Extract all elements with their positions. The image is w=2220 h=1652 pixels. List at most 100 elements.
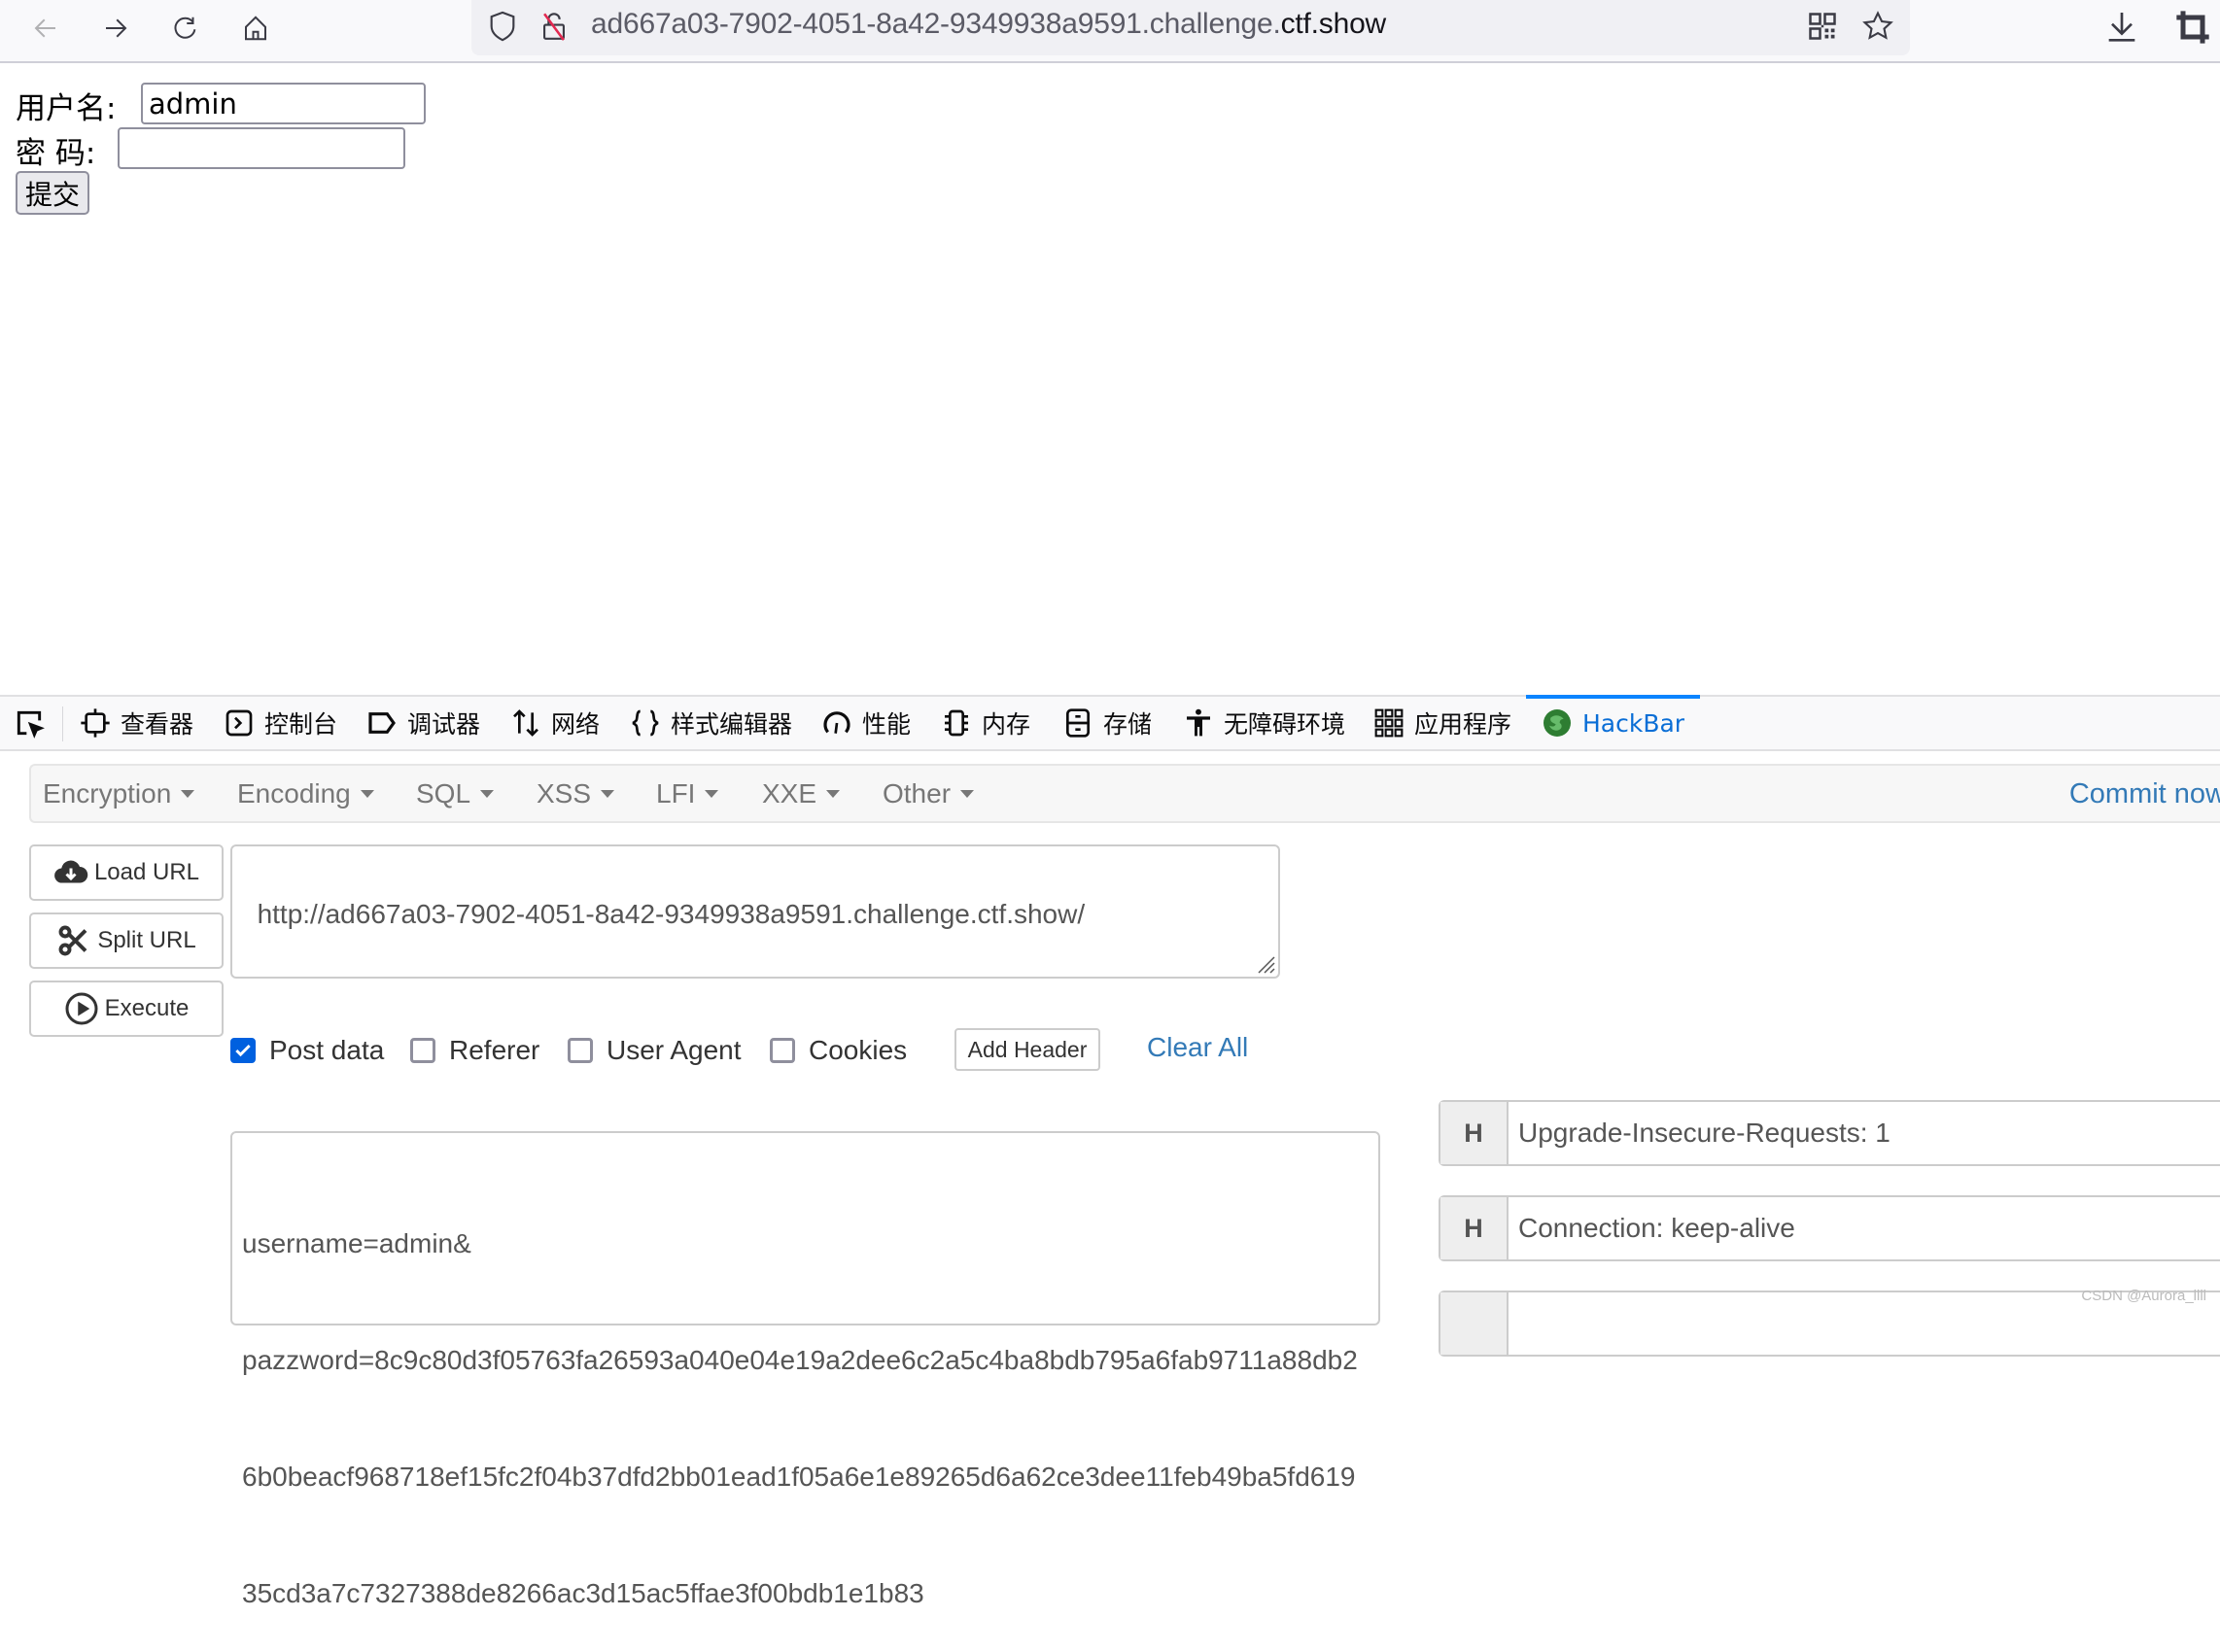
back-button[interactable]	[23, 6, 68, 51]
submit-button[interactable]: 提交	[16, 171, 89, 215]
menu-xxe[interactable]: XXE	[762, 766, 841, 822]
tab-debugger[interactable]: 调试器	[366, 697, 480, 749]
qr-code-icon[interactable]	[1808, 12, 1837, 41]
caret-down-icon	[705, 789, 719, 798]
password-label: 密 码:	[16, 136, 96, 171]
download-icon[interactable]	[2102, 8, 2141, 47]
username-input[interactable]	[141, 83, 426, 124]
password-input[interactable]	[118, 127, 405, 169]
accessibility-icon	[1187, 708, 1210, 737]
header-value[interactable]: Upgrade-Insecure-Requests: 1	[1509, 1102, 1890, 1164]
menu-encryption[interactable]: Encryption	[43, 766, 195, 822]
tab-label: 调试器	[407, 710, 481, 739]
username-label: 用户名:	[16, 91, 117, 126]
post-line: 6b0beacf968718ef15fc2f04b37dfd2bb01ead1f…	[242, 1462, 1356, 1492]
menu-lfi[interactable]: LFI	[656, 766, 719, 822]
crop-icon[interactable]	[2173, 8, 2212, 47]
checkbox-unchecked[interactable]	[568, 1038, 593, 1063]
execute-button[interactable]: Execute	[29, 981, 224, 1037]
tab-inspector[interactable]: 查看器	[80, 697, 193, 749]
back-arrow-icon	[34, 18, 55, 38]
cloud-download-icon	[54, 860, 88, 883]
clear-all-link[interactable]: Clear All	[1147, 1032, 1248, 1063]
tab-application[interactable]: 应用程序	[1373, 697, 1511, 749]
caret-down-icon	[601, 789, 615, 798]
caret-down-icon	[181, 789, 195, 798]
caret-down-icon	[480, 789, 495, 798]
forward-arrow-icon	[106, 18, 127, 38]
inspector-icon	[81, 708, 110, 738]
shield-icon[interactable]	[486, 10, 519, 43]
tab-label: 无障碍环境	[1224, 710, 1346, 739]
tab-storage[interactable]: 存储	[1062, 697, 1152, 749]
commit-now-link[interactable]: Commit now	[2069, 766, 2220, 822]
load-url-button[interactable]: Load URL	[29, 844, 224, 901]
checkbox-checked[interactable]	[230, 1038, 256, 1063]
header-value[interactable]	[1509, 1292, 1518, 1355]
tab-performance[interactable]: 性能	[821, 697, 911, 749]
devtools-tab-bar: 查看器 控制台 调试器 网络 样式编辑器 性能 内存 存储 无障碍环境 应用程序…	[0, 695, 2220, 751]
reload-button[interactable]	[163, 6, 208, 51]
reload-icon	[174, 17, 196, 39]
referer-checkbox[interactable]: Referer	[410, 1032, 539, 1069]
menu-label: Encoding	[237, 778, 351, 809]
memory-icon	[945, 709, 968, 737]
menu-encoding[interactable]: Encoding	[237, 766, 374, 822]
tab-hackbar[interactable]: HackBar	[1525, 695, 1701, 749]
menu-label: LFI	[656, 778, 696, 809]
header-tag: H	[1440, 1197, 1509, 1259]
style-editor-icon	[632, 709, 659, 737]
header-row[interactable]: H Connection: keep-alive	[1439, 1195, 2220, 1261]
tab-memory[interactable]: 内存	[941, 697, 1030, 749]
menu-label: Encryption	[43, 778, 172, 809]
tab-label: 应用程序	[1414, 710, 1512, 739]
element-picker-button[interactable]	[14, 697, 54, 749]
cookies-checkbox[interactable]: Cookies	[770, 1032, 907, 1069]
header-tag: H	[1440, 1102, 1509, 1164]
url-bar[interactable]: ad667a03-7902-4051-8a42-9349938a9591.cha…	[471, 0, 1910, 55]
tab-label: 内存	[982, 710, 1031, 739]
option-label: Cookies	[809, 1035, 908, 1065]
browser-toolbar: ad667a03-7902-4051-8a42-9349938a9591.cha…	[0, 0, 2220, 63]
forward-button[interactable]	[93, 6, 138, 51]
header-value[interactable]: Connection: keep-alive	[1509, 1197, 1795, 1259]
insecure-lock-icon[interactable]	[538, 10, 571, 43]
watermark: CSDN @Aurora_llll	[2081, 1288, 2206, 1304]
url-textarea[interactable]: http://ad667a03-7902-4051-8a42-9349938a9…	[230, 844, 1280, 979]
tab-style-editor[interactable]: 样式编辑器	[630, 697, 792, 749]
debugger-icon	[368, 712, 396, 734]
tab-label: 样式编辑器	[671, 710, 793, 739]
post-data-checkbox[interactable]: Post data	[230, 1032, 384, 1069]
menu-xss[interactable]: XSS	[537, 766, 615, 822]
tab-label: 存储	[1103, 710, 1153, 739]
console-icon	[225, 709, 253, 737]
tab-network[interactable]: 网络	[510, 697, 600, 749]
post-line: 35cd3a7c7327388de8266ac3d15ac5ffae3f00bd…	[242, 1578, 924, 1608]
add-header-button[interactable]: Add Header	[954, 1028, 1100, 1071]
split-url-button[interactable]: Split URL	[29, 912, 224, 969]
menu-label: XXE	[762, 778, 817, 809]
checkbox-unchecked[interactable]	[410, 1038, 435, 1063]
post-data-textarea[interactable]: username=admin& pazzword=8c9c80d3f05763f…	[230, 1131, 1380, 1608]
menu-other[interactable]: Other	[883, 766, 975, 822]
user-agent-checkbox[interactable]: User Agent	[568, 1032, 742, 1069]
bookmark-star-icon[interactable]	[1861, 10, 1894, 43]
home-button[interactable]	[233, 6, 278, 51]
tab-console[interactable]: 控制台	[224, 697, 337, 749]
play-circle-icon	[65, 992, 98, 1025]
button-label: Execute	[104, 995, 190, 1021]
tab-label: 网络	[551, 710, 601, 739]
resize-grip-icon[interactable]	[1253, 951, 1276, 975]
checkbox-unchecked[interactable]	[770, 1038, 795, 1063]
url-textarea-value: http://ad667a03-7902-4051-8a42-9349938a9…	[257, 899, 1086, 929]
header-row[interactable]: H Upgrade-Insecure-Requests: 1	[1439, 1100, 2220, 1166]
option-label: User Agent	[607, 1035, 742, 1065]
menu-sql[interactable]: SQL	[416, 766, 495, 822]
tab-accessibility[interactable]: 无障碍环境	[1183, 697, 1345, 749]
element-picker-icon	[17, 710, 45, 739]
hackbar-icon	[1544, 709, 1571, 737]
tab-label: 控制台	[264, 710, 338, 739]
menu-label: Other	[883, 778, 952, 809]
url-text[interactable]: ad667a03-7902-4051-8a42-9349938a9591.cha…	[591, 8, 1386, 41]
header-tag	[1440, 1292, 1509, 1355]
